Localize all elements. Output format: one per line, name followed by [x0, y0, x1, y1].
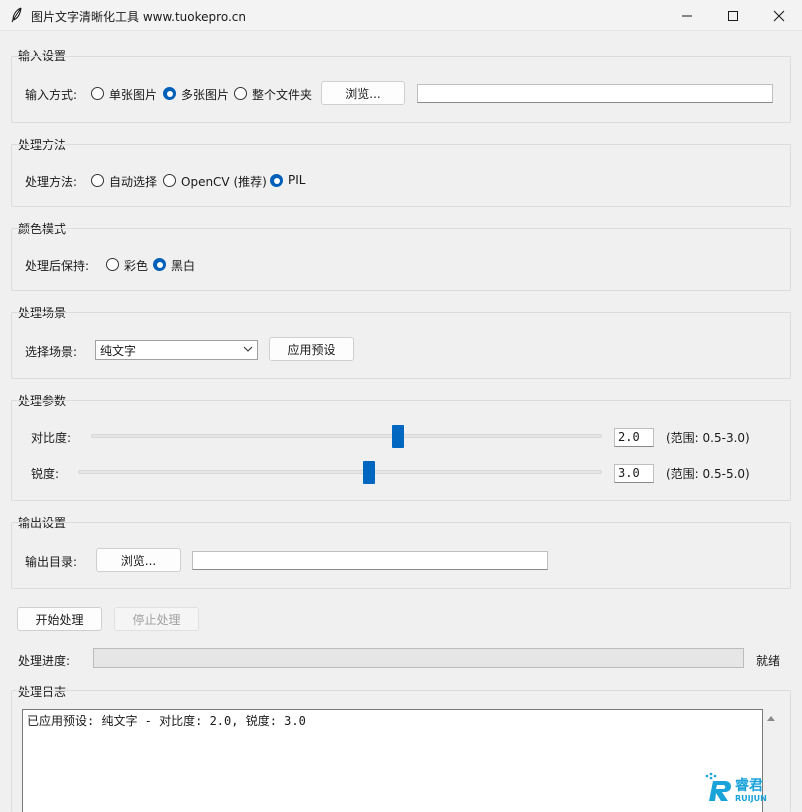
contrast-value-field[interactable]: 2.0	[614, 428, 654, 447]
title-bar: 图片文字清晰化工具 www.tuokepro.cn	[0, 0, 802, 31]
radio-single-image[interactable]	[91, 87, 104, 100]
contrast-slider-thumb[interactable]	[391, 425, 404, 448]
stop-button[interactable]: 停止处理	[114, 607, 199, 631]
radio-opencv-label[interactable]: OpenCV (推荐)	[181, 173, 267, 190]
scene-combobox-value: 纯文字	[100, 344, 137, 358]
output-path-field[interactable]	[192, 551, 548, 570]
output-browse-button[interactable]: 浏览...	[96, 548, 181, 572]
chevron-down-icon	[243, 346, 253, 352]
window-title: 图片文字清晰化工具 www.tuokepro.cn	[31, 10, 246, 24]
status-text: 就绪	[756, 654, 781, 668]
radio-single-image-label[interactable]: 单张图片	[109, 86, 157, 103]
progress-label: 处理进度:	[18, 654, 71, 668]
svg-text:RUIJUN: RUIJUN	[735, 794, 767, 803]
start-button[interactable]: 开始处理	[17, 607, 102, 631]
ruijun-logo-mark: 睿君 RUIJUN	[705, 772, 767, 803]
input-browse-button[interactable]: 浏览...	[321, 81, 405, 105]
minimize-icon	[682, 15, 692, 16]
radio-color-label[interactable]: 彩色	[124, 257, 148, 274]
radio-auto[interactable]	[91, 174, 104, 187]
color-keep-label: 处理后保持:	[25, 259, 90, 273]
scene-combobox[interactable]: 纯文字	[95, 340, 258, 360]
radio-pil[interactable]	[270, 174, 283, 187]
output-dir-label: 输出目录:	[25, 555, 78, 569]
apply-preset-button[interactable]: 应用预设	[269, 337, 354, 361]
sharpness-range-label: (范围: 0.5-5.0)	[666, 467, 750, 481]
sharpness-label: 锐度:	[31, 467, 60, 481]
input-path-field[interactable]	[417, 84, 773, 103]
sharpness-slider-thumb[interactable]	[363, 461, 376, 484]
maximize-icon	[728, 10, 738, 21]
close-button[interactable]	[756, 0, 802, 31]
radio-multi-image[interactable]	[163, 87, 176, 100]
log-line: 已应用预设: 纯文字 - 对比度: 2.0, 锐度: 3.0	[27, 714, 306, 728]
radio-bw[interactable]	[153, 258, 166, 271]
input-mode-label: 输入方式:	[25, 88, 78, 102]
contrast-slider-track[interactable]	[91, 434, 602, 438]
params-group	[11, 400, 791, 501]
radio-opencv[interactable]	[163, 174, 176, 187]
sharpness-value-field[interactable]: 3.0	[614, 464, 654, 483]
log-textbox[interactable]: 已应用预设: 纯文字 - 对比度: 2.0, 锐度: 3.0	[22, 709, 763, 812]
radio-color[interactable]	[106, 258, 119, 271]
contrast-range-label: (范围: 0.5-3.0)	[666, 431, 750, 445]
close-icon	[773, 10, 785, 21]
radio-pil-label[interactable]: PIL	[288, 173, 305, 187]
scene-select-label: 选择场景:	[25, 345, 78, 359]
svg-text:睿君: 睿君	[734, 777, 763, 794]
radio-folder-label[interactable]: 整个文件夹	[252, 86, 312, 103]
radio-auto-label[interactable]: 自动选择	[109, 173, 157, 190]
maximize-button[interactable]	[710, 0, 756, 31]
radio-folder[interactable]	[234, 87, 247, 100]
feather-icon	[11, 7, 22, 23]
ruijun-logo: 睿君 RUIJUN	[703, 770, 783, 804]
radio-multi-image-label[interactable]: 多张图片	[181, 86, 229, 103]
minimize-button[interactable]	[664, 0, 710, 31]
progress-bar	[93, 648, 744, 668]
contrast-label: 对比度:	[31, 431, 72, 445]
sharpness-slider-track[interactable]	[78, 470, 602, 474]
scroll-up-arrow-icon[interactable]	[766, 713, 776, 723]
radio-bw-label[interactable]: 黑白	[171, 257, 195, 274]
method-mode-label: 处理方法:	[25, 175, 78, 189]
